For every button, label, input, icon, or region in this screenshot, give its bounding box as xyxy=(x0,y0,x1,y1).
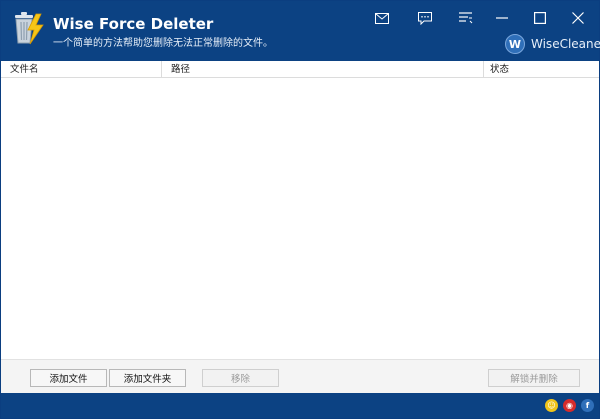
wisecleaner-brand[interactable]: W WiseCleaner xyxy=(505,34,600,54)
add-file-button[interactable]: 添加文件 xyxy=(30,369,107,387)
chat-icon[interactable] xyxy=(410,7,440,29)
feedback-smile-icon[interactable]: ☺ xyxy=(545,399,558,412)
file-list[interactable] xyxy=(1,78,599,359)
wisecleaner-logo-icon: W xyxy=(505,34,525,54)
file-table-header: 文件名 路径 状态 xyxy=(1,61,599,78)
status-bar: ☺ ◉ f xyxy=(1,393,599,418)
column-header-filename[interactable]: 文件名 xyxy=(1,61,162,78)
trash-lightning-logo-icon xyxy=(12,10,46,46)
app-subtitle: 一个简单的方法帮助您删除无法正常删除的文件。 xyxy=(53,38,273,49)
menu-icon[interactable] xyxy=(451,7,481,29)
add-folder-button[interactable]: 添加文件夹 xyxy=(109,369,186,387)
column-header-status[interactable]: 状态 xyxy=(484,61,599,78)
weibo-icon[interactable]: ◉ xyxy=(563,399,576,412)
unlock-delete-button[interactable]: 解锁并删除 xyxy=(488,369,580,387)
mail-icon[interactable] xyxy=(367,7,397,29)
brand-name: WiseCleaner xyxy=(531,37,600,51)
close-icon[interactable] xyxy=(563,7,593,29)
maximize-icon[interactable] xyxy=(525,7,555,29)
minimize-icon[interactable] xyxy=(487,7,517,29)
social-share-icon[interactable]: f xyxy=(581,399,594,412)
remove-button[interactable]: 移除 xyxy=(202,369,279,387)
column-header-path[interactable]: 路径 xyxy=(162,61,484,78)
app-title: Wise Force Deleter xyxy=(53,15,214,33)
action-toolbar: 添加文件 添加文件夹 移除 解锁并删除 xyxy=(1,359,599,393)
app-window: Wise Force Deleter 一个简单的方法帮助您删除无法正常删除的文件… xyxy=(0,0,600,419)
title-bar[interactable]: Wise Force Deleter 一个简单的方法帮助您删除无法正常删除的文件… xyxy=(1,1,600,61)
